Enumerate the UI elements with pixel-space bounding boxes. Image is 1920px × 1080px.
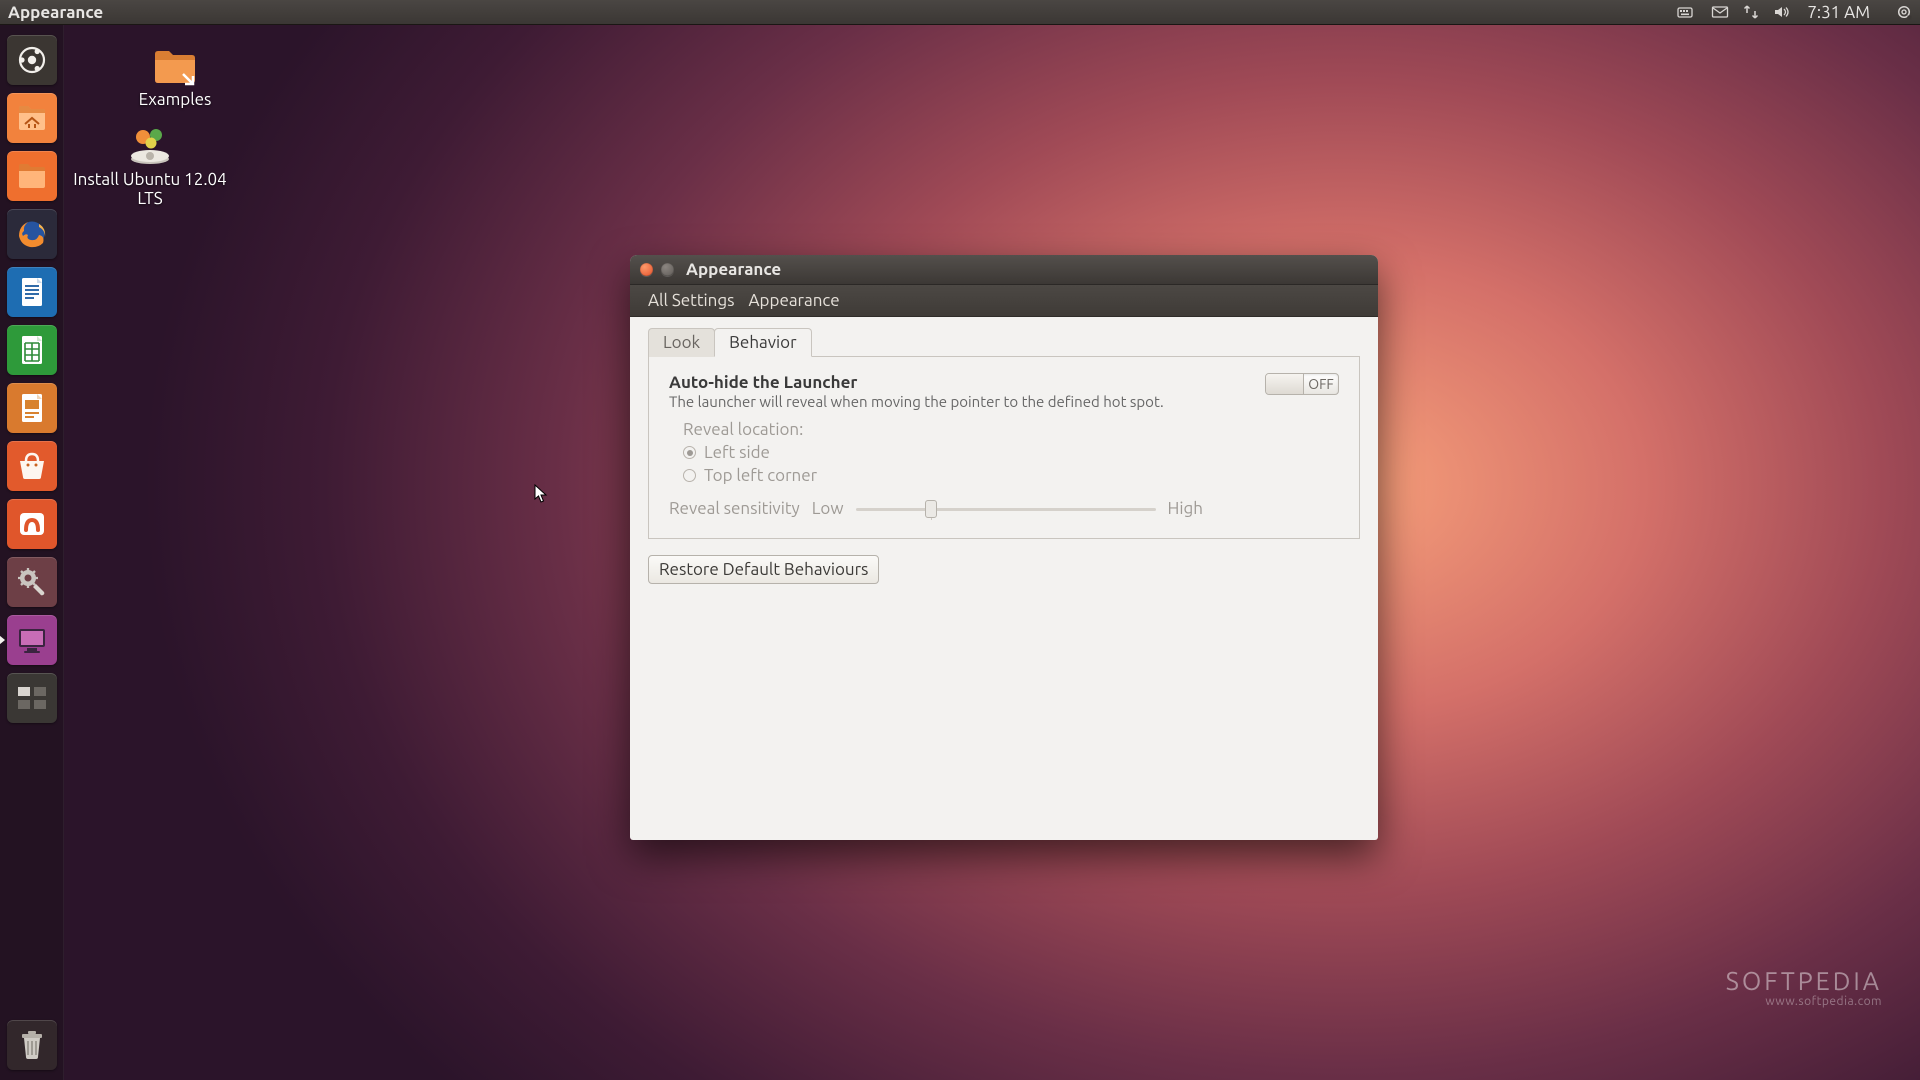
switch-knob xyxy=(1266,374,1304,394)
launcher-system-settings[interactable] xyxy=(7,557,57,607)
desktop-icon-examples[interactable]: Examples xyxy=(95,46,255,109)
sensitivity-slider xyxy=(856,500,1156,518)
radio-top-left: Top left corner xyxy=(683,466,1339,485)
launcher-writer[interactable] xyxy=(7,267,57,317)
network-indicator-icon[interactable] xyxy=(1743,4,1759,20)
top-panel: Appearance 7:31 AM xyxy=(0,0,1920,25)
window-titlebar[interactable]: Appearance xyxy=(630,255,1378,285)
keyboard-indicator-icon[interactable] xyxy=(1677,5,1697,19)
breadcrumb-current[interactable]: Appearance xyxy=(749,291,840,310)
desktop-icon-install[interactable]: Install Ubuntu 12.04 LTS xyxy=(70,126,230,208)
appearance-window: Appearance All Settings Appearance Look … xyxy=(630,255,1378,840)
launcher-workspace-switcher[interactable] xyxy=(7,673,57,723)
sound-indicator-icon[interactable] xyxy=(1773,4,1791,20)
launcher-home-folder[interactable] xyxy=(7,93,57,143)
tab-behavior[interactable]: Behavior xyxy=(714,328,811,357)
radio-label: Left side xyxy=(704,443,770,462)
radio-icon xyxy=(683,446,696,459)
launcher-appearance[interactable] xyxy=(7,615,57,665)
autohide-desc: The launcher will reveal when moving the… xyxy=(669,393,1164,410)
launcher-software-center[interactable] xyxy=(7,441,57,491)
session-indicator-icon[interactable] xyxy=(1896,4,1912,20)
watermark: SOFTPEDIA www.softpedia.com xyxy=(1726,967,1882,1008)
desktop-icon-label: Install Ubuntu 12.04 LTS xyxy=(70,170,230,208)
clock[interactable]: 7:31 AM xyxy=(1807,3,1870,22)
breadcrumb-all-settings[interactable]: All Settings xyxy=(648,291,735,310)
window-title: Appearance xyxy=(686,260,781,279)
sensitivity-label: Reveal sensitivity xyxy=(669,499,800,518)
sensitivity-low: Low xyxy=(812,499,844,518)
messages-indicator-icon[interactable] xyxy=(1711,5,1729,19)
folder-icon xyxy=(151,46,199,86)
behavior-panel: Auto-hide the Launcher The launcher will… xyxy=(648,357,1360,539)
active-app-label: Appearance xyxy=(8,3,103,22)
installer-icon xyxy=(126,126,174,166)
sensitivity-high: High xyxy=(1168,499,1203,518)
radio-label: Top left corner xyxy=(704,466,817,485)
switch-state: OFF xyxy=(1304,376,1338,392)
launcher-trash[interactable] xyxy=(7,1020,57,1070)
restore-defaults-button[interactable]: Restore Default Behaviours xyxy=(648,555,879,584)
launcher-ubuntu-one[interactable] xyxy=(7,499,57,549)
close-icon[interactable] xyxy=(640,263,653,276)
minimize-icon[interactable] xyxy=(661,263,674,276)
autohide-heading: Auto-hide the Launcher xyxy=(669,373,1164,392)
launcher-firefox[interactable] xyxy=(7,209,57,259)
unity-launcher xyxy=(0,25,64,1080)
launcher-files[interactable] xyxy=(7,151,57,201)
desktop-icon-label: Examples xyxy=(95,90,255,109)
launcher-dash[interactable] xyxy=(7,35,57,85)
launcher-impress[interactable] xyxy=(7,383,57,433)
breadcrumb: All Settings Appearance xyxy=(630,285,1378,317)
launcher-calc[interactable] xyxy=(7,325,57,375)
tabs: Look Behavior xyxy=(648,327,1360,357)
cursor-icon xyxy=(534,484,548,504)
reveal-location-label: Reveal location: xyxy=(683,420,1339,439)
watermark-url: www.softpedia.com xyxy=(1726,995,1882,1008)
radio-icon xyxy=(683,469,696,482)
radio-left-side: Left side xyxy=(683,443,1339,462)
autohide-switch[interactable]: OFF xyxy=(1265,373,1339,395)
tab-look[interactable]: Look xyxy=(648,328,715,357)
watermark-brand: SOFTPEDIA xyxy=(1726,967,1882,995)
